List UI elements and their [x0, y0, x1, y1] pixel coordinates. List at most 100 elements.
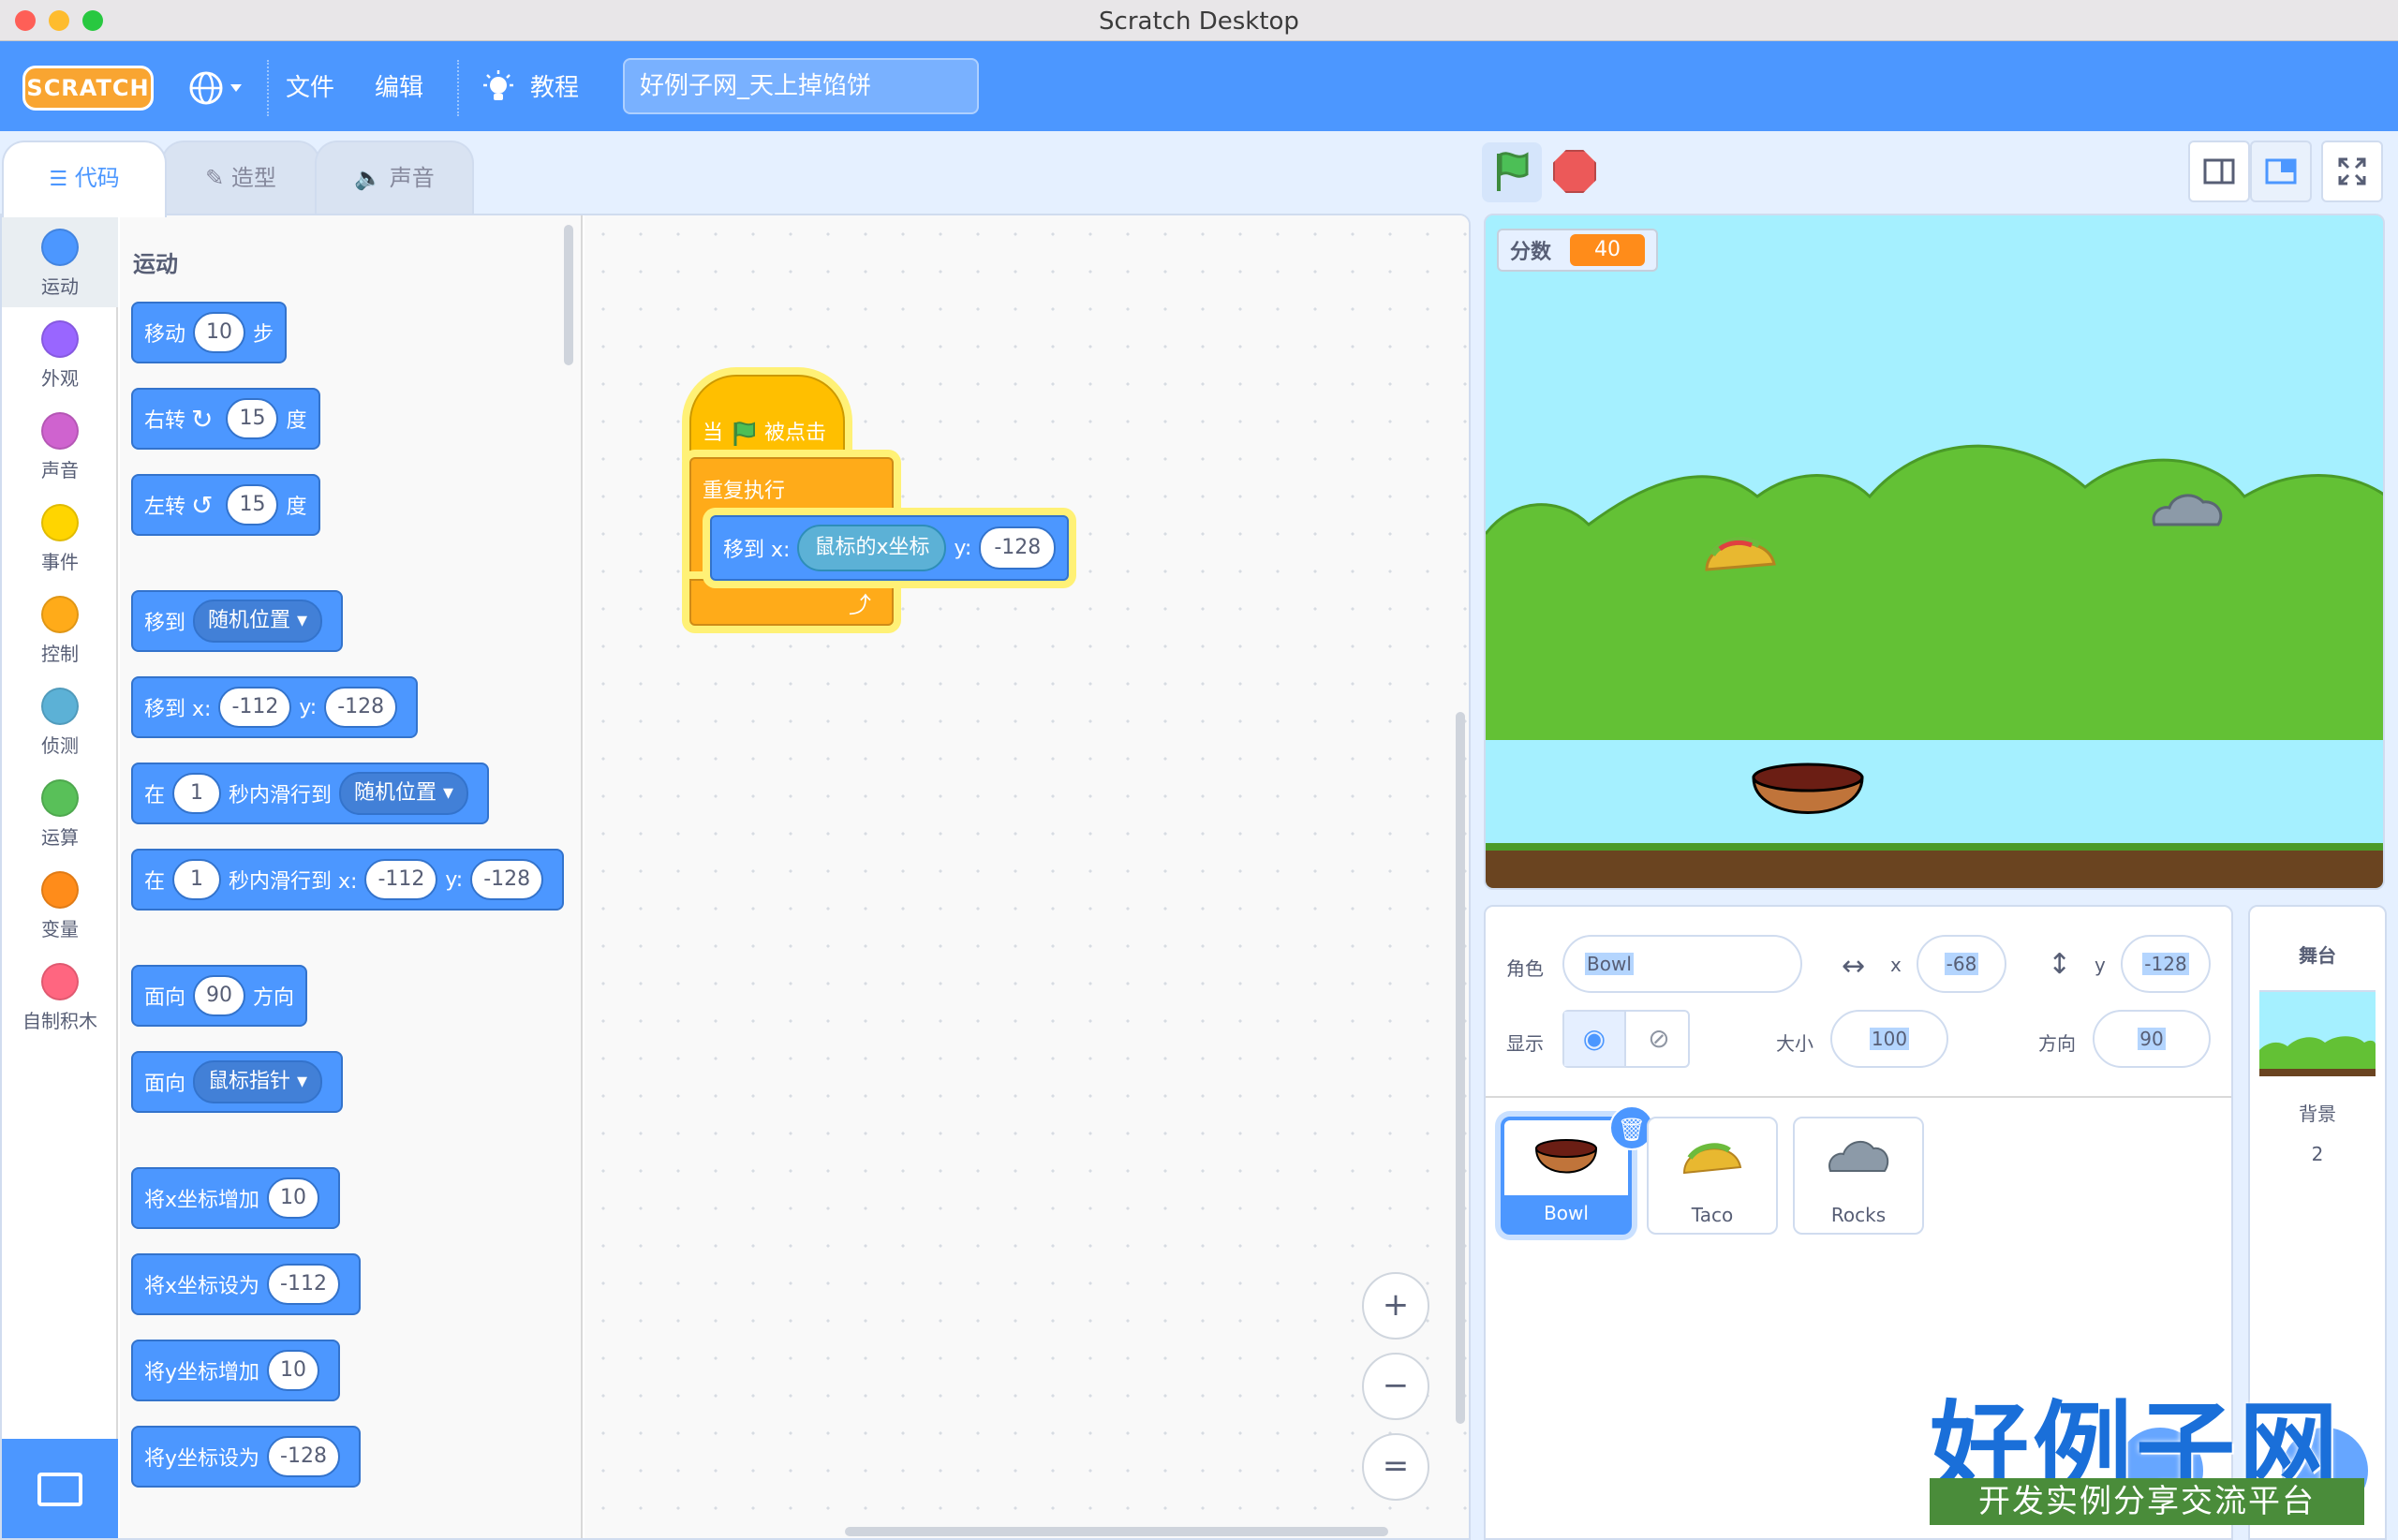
category-sound[interactable]: 声音 [2, 399, 118, 491]
block-input[interactable]: -112 [218, 687, 292, 728]
block-text: 将y坐标增加 [144, 1361, 260, 1385]
tab-sounds[interactable]: 🔈 声音 [315, 141, 474, 215]
direction-label: 方向 [2038, 1032, 2076, 1055]
fullscreen-button[interactable] [2321, 141, 2383, 202]
block-goto-xy[interactable]: 移到 x: -112 y: -128 [131, 676, 419, 738]
hide-sprite-button[interactable]: ⊘ [1628, 1012, 1690, 1066]
block-point-direction[interactable]: 面向 90 方向 [131, 965, 308, 1027]
category-dot [41, 412, 79, 450]
sprite-tile-taco[interactable]: Taco [1647, 1117, 1778, 1235]
category-looks[interactable]: 外观 [2, 307, 118, 399]
block-input[interactable]: 10 [267, 1350, 320, 1391]
size-input[interactable]: 100 [1830, 1010, 1948, 1068]
zoom-out-button[interactable]: − [1362, 1353, 1429, 1420]
block-glide[interactable]: 在 1 秒内滑行到 随机位置 ▾ [131, 763, 490, 824]
language-menu[interactable] [187, 69, 247, 107]
block-input[interactable]: 90 [193, 975, 246, 1016]
rocks-sprite[interactable] [2149, 487, 2228, 534]
watermark-subtitle: 开发实例分享交流平台 [1930, 1478, 2364, 1525]
x-position-input[interactable]: -68 [1917, 935, 2006, 993]
sprite-name-label: 角色 [1506, 957, 1544, 980]
goto-xy-script-block[interactable]: 移到 x: 鼠标的x坐标 y: -128 [710, 515, 1070, 581]
category-sensing[interactable]: 侦测 [2, 674, 118, 766]
block-turn-left[interactable]: 左转 ↺ 15 度 [131, 474, 320, 536]
zoom-in-button[interactable]: + [1362, 1272, 1429, 1340]
category-my-blocks[interactable]: 自制积木 [2, 950, 118, 1042]
block-input[interactable]: 1 [172, 859, 222, 900]
block-dropdown[interactable]: 随机位置 ▾ [339, 772, 469, 815]
block-set-y[interactable]: 将y坐标设为 -128 [131, 1426, 361, 1488]
block-dropdown[interactable]: 随机位置 ▾ [193, 600, 323, 643]
category-control[interactable]: 控制 [2, 583, 118, 674]
green-flag-button[interactable] [1482, 142, 1542, 202]
size-label: 大小 [1776, 1032, 1813, 1055]
script-workspace[interactable]: 当 被点击 重复执行 ⤴ 移到 x: 鼠标的x坐标 y: -128 + − = [585, 215, 1469, 1538]
sprite-tile-bowl[interactable]: 🗑 Bowl [1501, 1105, 1654, 1235]
block-set-x[interactable]: 将x坐标设为 -112 [131, 1253, 361, 1315]
category-label: 事件 [41, 551, 79, 573]
sprite-name-input[interactable]: Bowl [1562, 935, 1802, 993]
block-input[interactable]: 10 [267, 1177, 320, 1219]
sprite-info-panel: 角色 Bowl ↔ x -68 ↕ y -128 显示 ◉ ⊘ 大小 100 方… [1486, 907, 2231, 1098]
block-change-y[interactable]: 将y坐标增加 10 [131, 1340, 341, 1401]
show-sprite-button[interactable]: ◉ [1564, 1012, 1626, 1066]
x-position-value: -68 [1944, 953, 1979, 975]
block-text: 移动 [144, 323, 186, 347]
category-motion[interactable]: 运动 [2, 215, 118, 307]
mouse-x-reporter[interactable]: 鼠标的x坐标 [797, 525, 947, 571]
block-input[interactable]: -112 [364, 859, 438, 900]
normal-stage-button[interactable] [2250, 141, 2312, 202]
block-text: y: [445, 867, 464, 892]
tutorials-menu[interactable]: 教程 [480, 69, 579, 107]
stage-canvas[interactable]: 分数 40 [1484, 214, 2385, 890]
add-extension-button[interactable] [2, 1439, 118, 1538]
block-input[interactable]: -128 [979, 526, 1057, 570]
bowl-sprite[interactable] [1750, 761, 1866, 836]
edit-menu[interactable]: 编辑 [375, 69, 423, 107]
block-input[interactable]: -128 [267, 1436, 340, 1477]
workspace-vertical-scrollbar[interactable] [1456, 712, 1465, 1424]
block-input[interactable]: 15 [226, 484, 279, 526]
category-operators[interactable]: 运算 [2, 766, 118, 858]
taco-sprite[interactable] [1701, 526, 1780, 579]
y-label: y [2095, 954, 2106, 976]
block-text: 度 [286, 496, 307, 519]
small-stage-button[interactable] [2188, 141, 2250, 202]
project-title-input[interactable]: 好例子网_天上掉馅饼 [623, 58, 979, 114]
scratch-logo[interactable]: SCRATCH [22, 66, 154, 111]
palette-scrollbar[interactable] [564, 225, 573, 365]
stop-button[interactable] [1553, 150, 1596, 193]
block-point-towards[interactable]: 面向 鼠标指针 ▾ [131, 1051, 344, 1113]
block-input[interactable]: -112 [267, 1264, 340, 1305]
block-turn-right[interactable]: 右转 ↻ 15 度 [131, 388, 320, 450]
block-dropdown[interactable]: 鼠标指针 ▾ [193, 1060, 323, 1103]
forever-block[interactable]: 重复执行 [689, 457, 894, 519]
category-events[interactable]: 事件 [2, 491, 118, 583]
y-position-input[interactable]: -128 [2121, 935, 2211, 993]
block-input[interactable]: 10 [193, 312, 246, 353]
score-monitor[interactable]: 分数 40 [1497, 229, 1659, 272]
block-input[interactable]: 1 [172, 773, 222, 814]
category-variables[interactable]: 变量 [2, 858, 118, 950]
file-menu[interactable]: 文件 [286, 69, 334, 107]
block-text: 将x坐标设为 [144, 1275, 260, 1298]
zoom-reset-button[interactable]: = [1362, 1433, 1429, 1501]
forever-block-bottom: ⤴ [689, 579, 894, 626]
block-move-steps[interactable]: 移动 10 步 [131, 302, 288, 363]
size-value: 100 [1869, 1028, 1910, 1050]
block-input[interactable]: 15 [226, 398, 279, 439]
direction-input[interactable]: 90 [2093, 1010, 2211, 1068]
category-label: 变量 [41, 918, 79, 940]
block-text: 将x坐标增加 [144, 1189, 260, 1212]
block-glide-xy[interactable]: 在 1 秒内滑行到 x: -112 y: -128 [131, 849, 565, 911]
block-input[interactable]: -128 [324, 687, 398, 728]
workspace-horizontal-scrollbar[interactable] [845, 1527, 1388, 1536]
tab-code[interactable]: ☰ 代码 [2, 141, 167, 217]
block-change-x[interactable]: 将x坐标增加 10 [131, 1167, 341, 1229]
block-goto[interactable]: 移到 随机位置 ▾ [131, 590, 344, 652]
tab-costumes[interactable]: ✎ 造型 [161, 141, 320, 215]
window-titlebar: Scratch Desktop [0, 0, 2398, 41]
block-input[interactable]: -128 [470, 859, 544, 900]
when-flag-clicked-block[interactable]: 当 被点击 [689, 375, 845, 465]
sprite-tile-rocks[interactable]: Rocks [1793, 1117, 1924, 1235]
